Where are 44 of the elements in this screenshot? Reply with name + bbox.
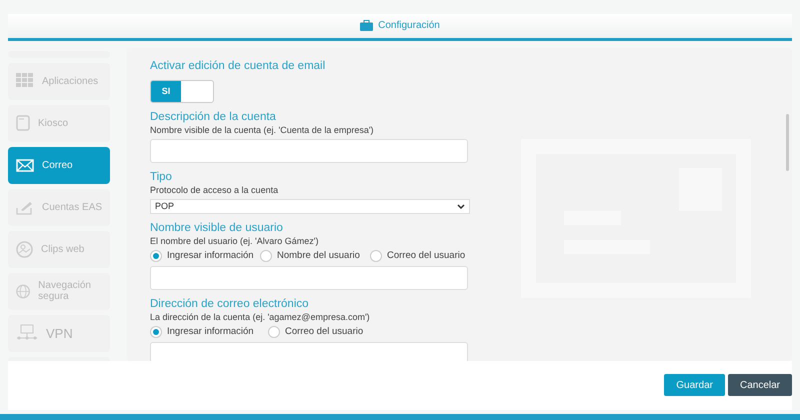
section-title: Activar edición de cuenta de email [150,60,326,72]
network-icon [16,324,38,342]
section-title: Dirección de correo electrónico [150,298,310,310]
radio-button[interactable] [370,250,382,262]
signature-icon [16,200,34,215]
cancel-button[interactable]: Cancelar [728,374,792,396]
radio-button[interactable] [150,326,162,338]
input-field[interactable] [150,266,468,290]
radio-option[interactable]: Correo del usuario [370,250,480,262]
kiosk-icon [16,115,30,132]
image-icon [16,240,33,258]
envelope-icon [16,158,34,172]
radio-button[interactable] [260,250,272,262]
section-title: Tipo [150,170,173,183]
radio-option[interactable]: Nombre del usuario [260,250,370,262]
window-title: Configuración [378,20,440,32]
radio-button[interactable] [150,250,162,262]
radio-option[interactable]: Correo del usuario [268,326,386,338]
radio-option[interactable]: Ingresar información [150,250,260,262]
grid-icon [16,73,34,90]
field-hint: Protocolo de acceso a la cuenta [150,184,280,195]
save-button[interactable]: Guardar [664,374,725,396]
sidebar-item[interactable]: VPN [8,314,110,352]
sidebar-item[interactable]: Aplicaciones [8,62,110,100]
dropdown[interactable]: POP [150,198,470,214]
field-hint: El nombre del usuario (ej. 'Alvaro Gámez') [150,236,320,246]
section-title: Nombre visible de usuario [150,222,284,234]
briefcase-icon [360,20,374,32]
input-field[interactable] [150,342,468,361]
scrollbar[interactable] [786,114,789,171]
field-hint: Nombre visible de la cuenta (ej. 'Cuenta de la empresa') [150,124,375,135]
sidebar-item[interactable]: Clips web [8,230,110,268]
section-title: Descripción de la cuenta [150,110,277,123]
input-field[interactable] [150,138,468,163]
chevron-icon [457,204,465,209]
sidebar-item[interactable]: Correo [8,146,110,184]
radio-option[interactable]: Ingresar información [150,326,268,338]
sidebar-item[interactable]: Navegación segura [8,272,110,310]
globe-icon [16,282,30,300]
toggle-switch[interactable]: SI [150,80,214,103]
sidebar-item[interactable]: Kiosco [8,104,110,142]
radio-button[interactable] [268,326,280,338]
sidebar-item[interactable]: Cuentas EAS [8,188,110,226]
field-hint: La dirección de la cuenta (ej. 'agamez@empresa.com') [150,312,371,322]
